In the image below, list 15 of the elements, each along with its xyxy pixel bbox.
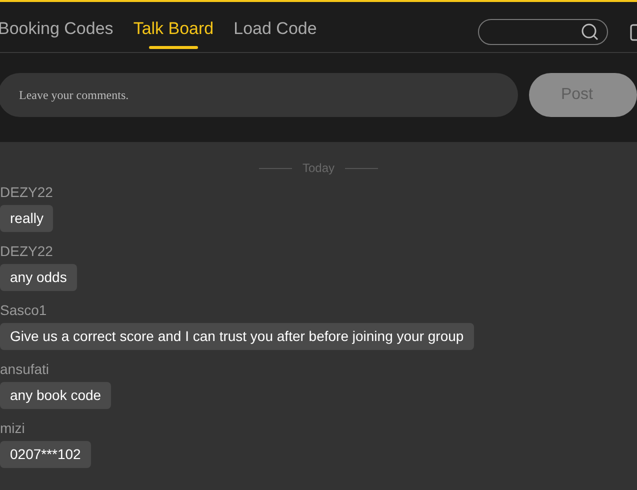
username: mizi — [0, 419, 25, 437]
message-bubble: Give us a correct score and I can trust you after before joining your group — [0, 323, 474, 350]
message-bubble: 0207***102 — [0, 441, 91, 468]
message-bubble: really — [0, 205, 54, 232]
search-field[interactable] — [478, 19, 608, 45]
search-icon — [581, 23, 599, 41]
username: DEZY22 — [0, 242, 53, 260]
message-bubble: any odds — [0, 264, 77, 291]
tab[interactable]: Load Code — [234, 16, 317, 52]
message-bubble: any book code — [0, 382, 112, 409]
tab[interactable]: Talk Board — [133, 16, 214, 52]
username: DEZY22 — [0, 183, 53, 201]
comment-field[interactable]: Leave your comments. — [0, 73, 518, 117]
username: ansufati — [0, 360, 50, 378]
username: Sasco1 — [0, 301, 47, 319]
